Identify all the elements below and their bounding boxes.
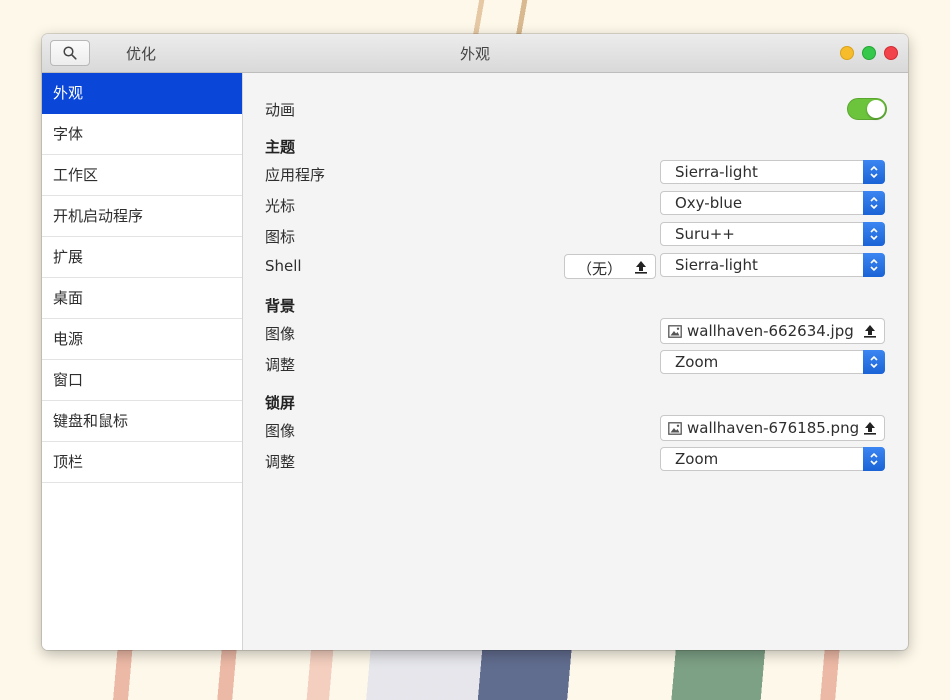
select-value: Sierra-light [675, 256, 758, 274]
sidebar-item-keyboard-mouse[interactable]: 键盘和鼠标 [42, 401, 242, 442]
updown-arrows-icon [863, 222, 885, 246]
shell-theme-label: Shell [265, 257, 302, 275]
sidebar-item-desktop[interactable]: 桌面 [42, 278, 242, 319]
wallpaper-fragment [462, 0, 542, 34]
lock-screen-adjustment-select[interactable]: Zoom [660, 447, 885, 471]
page-title: 外观 [459, 45, 490, 63]
sidebar-item-startup-applications[interactable]: 开机启动程序 [42, 196, 242, 237]
icons-theme-label: 图标 [265, 228, 296, 246]
sidebar-item-workspaces[interactable]: 工作区 [42, 155, 242, 196]
sidebar: 外观 字体 工作区 开机启动程序 扩展 桌面 电源 窗口 键盘和鼠标 顶栏 [42, 73, 243, 650]
shell-theme-file-button[interactable]: （无） [564, 254, 656, 279]
background-adjustment-select[interactable]: Zoom [660, 350, 885, 374]
icons-theme-select[interactable]: Suru++ [660, 222, 885, 246]
background-heading: 背景 [265, 297, 296, 315]
select-value: Oxy-blue [675, 194, 743, 212]
sidebar-item-fonts[interactable]: 字体 [42, 114, 242, 155]
animation-toggle[interactable] [847, 98, 887, 120]
select-value: Suru++ [675, 225, 735, 243]
lock-screen-adjustment-label: 调整 [265, 453, 296, 471]
updown-arrows-icon [863, 350, 885, 374]
maximize-button[interactable] [862, 46, 876, 60]
cursor-theme-select[interactable]: Oxy-blue [660, 191, 885, 215]
select-value: Zoom [675, 353, 719, 371]
background-image-filename: wallhaven-662634.jpg [687, 322, 854, 340]
background-adjustment-label: 调整 [265, 356, 296, 374]
shell-theme-select[interactable]: Sierra-light [660, 253, 885, 277]
themes-heading: 主题 [265, 138, 296, 156]
updown-arrows-icon [863, 191, 885, 215]
wallpaper-fragment [110, 650, 850, 700]
lock-screen-image-label: 图像 [265, 422, 296, 440]
close-button[interactable] [884, 46, 898, 60]
sidebar-item-extensions[interactable]: 扩展 [42, 237, 242, 278]
applications-theme-select[interactable]: Sierra-light [660, 160, 885, 184]
image-file-icon [668, 325, 682, 338]
tweaks-window: 优化 外观 外观 字体 工作区 开机启动程序 扩展 桌面 电源 窗口 键盘和鼠标… [42, 34, 908, 650]
upload-icon [635, 261, 647, 274]
lock-screen-heading: 锁屏 [265, 394, 296, 412]
select-value: Sierra-light [675, 163, 758, 181]
toggle-knob [867, 100, 885, 118]
upload-icon [864, 325, 876, 338]
updown-arrows-icon [863, 253, 885, 277]
upload-icon [864, 422, 876, 435]
lock-screen-image-filename: wallhaven-676185.png [687, 419, 860, 437]
updown-arrows-icon [863, 447, 885, 471]
select-value: Zoom [675, 450, 719, 468]
shell-none-label: （无） [577, 260, 623, 278]
sidebar-item-windows[interactable]: 窗口 [42, 360, 242, 401]
minimize-button[interactable] [840, 46, 854, 60]
background-image-label: 图像 [265, 325, 296, 343]
appearance-panel: 动画 主题 应用程序 Sierra-light 光标 Oxy-blue 图标 S… [243, 73, 908, 650]
animation-label: 动画 [265, 101, 296, 119]
header-bar: 优化 外观 [42, 34, 908, 73]
sidebar-item-appearance[interactable]: 外观 [42, 73, 242, 114]
cursor-theme-label: 光标 [265, 197, 296, 215]
sidebar-item-top-bar[interactable]: 顶栏 [42, 442, 242, 483]
applications-theme-label: 应用程序 [265, 166, 326, 184]
background-image-file-button[interactable]: wallhaven-662634.jpg [660, 318, 885, 344]
sidebar-item-power[interactable]: 电源 [42, 319, 242, 360]
lock-screen-image-file-button[interactable]: wallhaven-676185.png [660, 415, 885, 441]
image-file-icon [668, 422, 682, 435]
updown-arrows-icon [863, 160, 885, 184]
